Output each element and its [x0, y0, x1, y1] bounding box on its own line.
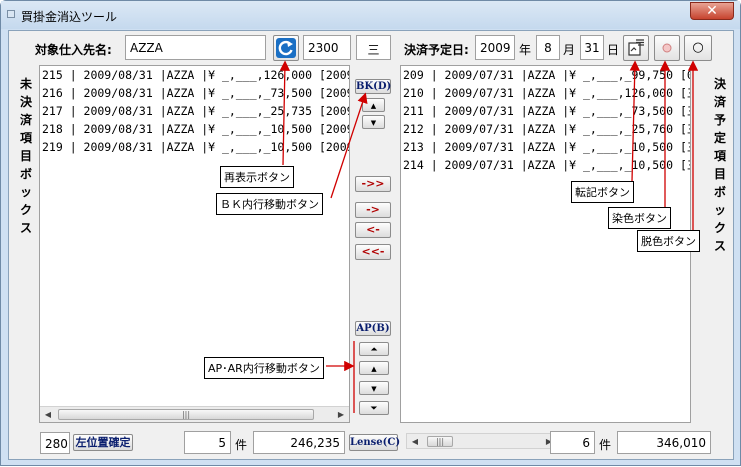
window-title: 買掛金消込ツール [21, 10, 118, 24]
right-total-field: 346,010 [617, 431, 711, 454]
bk-down-button[interactable]: ▼ [362, 115, 385, 129]
ap-down-button[interactable]: ▼ [359, 381, 389, 395]
list-item[interactable]: 214 | 2009/07/31 |AZZA |¥ _,___,_10,500 … [401, 156, 690, 174]
month-unit: 月 [563, 43, 576, 57]
ap-bottom-button[interactable]: ⏷ [359, 401, 389, 415]
move-all-right-button[interactable]: ->> [355, 176, 391, 192]
lense-scrollbar[interactable]: ◀ ||| ▶ [406, 433, 558, 449]
transfer-button[interactable] [623, 35, 649, 61]
list-item[interactable]: 211 | 2009/07/31 |AZZA |¥ _,___,_73,500 … [401, 102, 690, 120]
ap-move-label: AP(B) [355, 321, 391, 336]
supplier-code-field[interactable]: 2300 [303, 35, 351, 60]
bk-move-label: BK(D) [355, 79, 392, 94]
day-unit: 日 [607, 43, 620, 57]
transfer-icon [628, 39, 644, 56]
list-item[interactable]: 209 | 2009/07/31 |AZZA |¥ _,___,_99,750 … [401, 66, 690, 84]
list-item[interactable]: 213 | 2009/07/31 |AZZA |¥ _,___,_10,500 … [401, 138, 690, 156]
ap-top-button[interactable]: ⏶ [359, 342, 389, 356]
ap-up-button[interactable]: ▲ [359, 361, 389, 375]
scroll-left-icon[interactable]: ◀ [407, 434, 423, 449]
move-left-button[interactable]: <- [355, 222, 391, 238]
year-unit: 年 [519, 43, 532, 57]
lense-button[interactable]: Lense(C) [349, 434, 400, 451]
left-list-scrollbar[interactable]: ◀ ||| ▶ [40, 406, 349, 422]
list-item[interactable]: 215 | 2009/08/31 |AZZA |¥ _,___,126,000 … [40, 66, 349, 84]
left-total-field: 246,235 [253, 431, 345, 454]
callout-undye: 脱色ボタン [637, 230, 700, 252]
list-item[interactable]: 217 | 2009/08/31 |AZZA |¥ _,___,_25,735 … [40, 102, 349, 120]
bk-up-button[interactable]: ▲ [362, 98, 385, 112]
callout-transfer: 転記ボタン [571, 181, 634, 203]
app-icon [7, 10, 15, 18]
day-input[interactable]: 31 [580, 35, 604, 60]
undye-button[interactable]: ○ [684, 35, 712, 61]
callout-bk-move: ＢＫ内行移動ボタン [216, 193, 323, 215]
move-right-button[interactable]: -> [355, 202, 391, 218]
client-area: 対象仕入先名: AZZA 2300 三 決済予定日: 2009 年 8 月 31… [8, 30, 734, 460]
unsettled-box-label: 未 決 済 項 目 ボ ッ ク ス [19, 77, 32, 235]
right-item-unit: 件 [599, 438, 612, 452]
scroll-right-icon[interactable]: ▶ [333, 407, 349, 422]
right-item-count-field: 6 [550, 431, 595, 454]
redisplay-button[interactable] [273, 35, 299, 61]
month-input[interactable]: 8 [536, 35, 560, 60]
list-item[interactable]: 210 | 2009/07/31 |AZZA |¥ _,___,126,000 … [401, 84, 690, 102]
callout-dye: 染色ボタン [608, 207, 671, 229]
list-item[interactable]: 218 | 2009/08/31 |AZZA |¥ _,___,_10,500 … [40, 120, 349, 138]
supplier-code-suffix[interactable]: 三 [356, 35, 391, 60]
scroll-thumb[interactable]: ||| [58, 409, 314, 420]
list-item[interactable]: 219 | 2009/08/31 |AZZA |¥ _,___,_10,500 … [40, 138, 349, 156]
scroll-left-icon[interactable]: ◀ [40, 407, 56, 422]
list-item[interactable]: 216 | 2009/08/31 |AZZA |¥ _,___,_73,500 … [40, 84, 349, 102]
target-supplier-input[interactable]: AZZA [125, 35, 266, 60]
move-all-left-button[interactable]: <<- [355, 244, 391, 260]
target-supplier-label: 対象仕入先名: [35, 43, 112, 57]
refresh-icon [276, 38, 296, 58]
close-button[interactable]: ✕ [690, 2, 734, 20]
app-window: 買掛金消込ツール ✕ 対象仕入先名: AZZA 2300 三 決済予定日: 20… [0, 0, 741, 466]
year-input[interactable]: 2009 [475, 35, 515, 60]
scroll-thumb[interactable]: ||| [427, 436, 453, 447]
callout-ap-move: AP･AR内行移動ボタン [204, 357, 324, 379]
title-bar[interactable]: 買掛金消込ツール ✕ [1, 1, 740, 29]
dye-icon [662, 43, 672, 53]
dye-button[interactable] [654, 35, 680, 61]
left-item-count-field: 5 [184, 431, 231, 454]
left-item-unit: 件 [235, 438, 248, 452]
scheduled-box-label: 決 済 予 定 項 目 ボ ッ ク ス [713, 77, 726, 253]
settlement-date-label: 決済予定日: [404, 43, 469, 57]
left-position-field[interactable]: 280 [40, 432, 70, 454]
callout-redisplay: 再表示ボタン [220, 166, 294, 188]
left-position-confirm-button[interactable]: 左位置確定 [73, 434, 133, 451]
list-item[interactable]: 212 | 2009/07/31 |AZZA |¥ _,___,_25,760 … [401, 120, 690, 138]
